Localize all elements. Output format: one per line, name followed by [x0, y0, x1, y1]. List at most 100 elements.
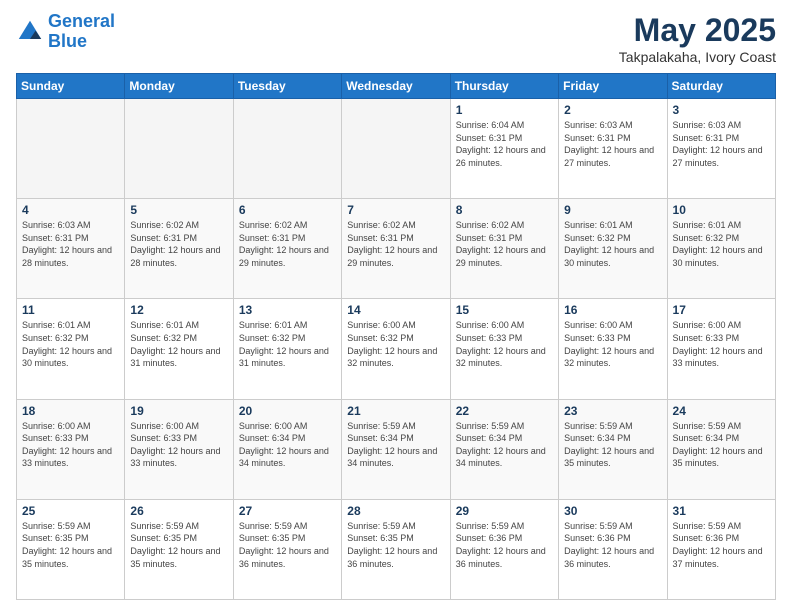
day-info: Sunrise: 6:03 AMSunset: 6:31 PMDaylight:…	[22, 219, 119, 269]
day-number: 24	[673, 404, 770, 418]
day-number: 17	[673, 303, 770, 317]
logo: General Blue	[16, 12, 115, 52]
day-info: Sunrise: 6:02 AMSunset: 6:31 PMDaylight:…	[239, 219, 336, 269]
day-number: 2	[564, 103, 661, 117]
day-info: Sunrise: 5:59 AMSunset: 6:34 PMDaylight:…	[564, 420, 661, 470]
calendar-cell: 23 Sunrise: 5:59 AMSunset: 6:34 PMDayligh…	[559, 399, 667, 499]
day-number: 27	[239, 504, 336, 518]
day-info: Sunrise: 6:02 AMSunset: 6:31 PMDaylight:…	[347, 219, 444, 269]
day-number: 31	[673, 504, 770, 518]
day-info: Sunrise: 5:59 AMSunset: 6:35 PMDaylight:…	[22, 520, 119, 570]
day-number: 6	[239, 203, 336, 217]
day-info: Sunrise: 6:00 AMSunset: 6:34 PMDaylight:…	[239, 420, 336, 470]
day-number: 16	[564, 303, 661, 317]
day-header-thursday: Thursday	[450, 74, 558, 99]
day-header-saturday: Saturday	[667, 74, 775, 99]
day-number: 18	[22, 404, 119, 418]
day-info: Sunrise: 6:00 AMSunset: 6:33 PMDaylight:…	[22, 420, 119, 470]
calendar-cell: 17 Sunrise: 6:00 AMSunset: 6:33 PMDayligh…	[667, 299, 775, 399]
day-number: 13	[239, 303, 336, 317]
day-number: 23	[564, 404, 661, 418]
calendar-cell: 13 Sunrise: 6:01 AMSunset: 6:32 PMDayligh…	[233, 299, 341, 399]
calendar-cell	[125, 99, 233, 199]
day-number: 29	[456, 504, 553, 518]
calendar-week-4: 18 Sunrise: 6:00 AMSunset: 6:33 PMDayligh…	[17, 399, 776, 499]
day-info: Sunrise: 6:04 AMSunset: 6:31 PMDaylight:…	[456, 119, 553, 169]
day-number: 21	[347, 404, 444, 418]
day-number: 12	[130, 303, 227, 317]
day-info: Sunrise: 5:59 AMSunset: 6:36 PMDaylight:…	[564, 520, 661, 570]
day-header-tuesday: Tuesday	[233, 74, 341, 99]
calendar-cell: 11 Sunrise: 6:01 AMSunset: 6:32 PMDayligh…	[17, 299, 125, 399]
day-info: Sunrise: 5:59 AMSunset: 6:35 PMDaylight:…	[239, 520, 336, 570]
day-number: 11	[22, 303, 119, 317]
day-number: 20	[239, 404, 336, 418]
calendar-cell: 4 Sunrise: 6:03 AMSunset: 6:31 PMDaylight…	[17, 199, 125, 299]
calendar-header-row: SundayMondayTuesdayWednesdayThursdayFrid…	[17, 74, 776, 99]
day-info: Sunrise: 6:02 AMSunset: 6:31 PMDaylight:…	[130, 219, 227, 269]
day-number: 25	[22, 504, 119, 518]
calendar-week-3: 11 Sunrise: 6:01 AMSunset: 6:32 PMDayligh…	[17, 299, 776, 399]
day-number: 10	[673, 203, 770, 217]
calendar-cell: 5 Sunrise: 6:02 AMSunset: 6:31 PMDaylight…	[125, 199, 233, 299]
day-info: Sunrise: 5:59 AMSunset: 6:36 PMDaylight:…	[456, 520, 553, 570]
day-info: Sunrise: 5:59 AMSunset: 6:36 PMDaylight:…	[673, 520, 770, 570]
day-info: Sunrise: 6:02 AMSunset: 6:31 PMDaylight:…	[456, 219, 553, 269]
calendar-cell: 25 Sunrise: 5:59 AMSunset: 6:35 PMDayligh…	[17, 499, 125, 599]
calendar-cell: 24 Sunrise: 5:59 AMSunset: 6:34 PMDayligh…	[667, 399, 775, 499]
day-info: Sunrise: 6:03 AMSunset: 6:31 PMDaylight:…	[564, 119, 661, 169]
day-number: 22	[456, 404, 553, 418]
calendar-week-2: 4 Sunrise: 6:03 AMSunset: 6:31 PMDaylight…	[17, 199, 776, 299]
calendar-cell: 29 Sunrise: 5:59 AMSunset: 6:36 PMDayligh…	[450, 499, 558, 599]
day-info: Sunrise: 6:00 AMSunset: 6:33 PMDaylight:…	[673, 319, 770, 369]
calendar-cell: 27 Sunrise: 5:59 AMSunset: 6:35 PMDayligh…	[233, 499, 341, 599]
logo-text: General Blue	[48, 12, 115, 52]
calendar-cell: 2 Sunrise: 6:03 AMSunset: 6:31 PMDaylight…	[559, 99, 667, 199]
day-number: 30	[564, 504, 661, 518]
calendar-cell: 31 Sunrise: 5:59 AMSunset: 6:36 PMDayligh…	[667, 499, 775, 599]
calendar-cell: 22Sunrise: 5:59 AMSunset: 6:34 PMDayligh…	[450, 399, 558, 499]
main-title: May 2025	[619, 12, 776, 49]
day-number: 15	[456, 303, 553, 317]
logo-line2: Blue	[48, 31, 87, 51]
calendar-week-5: 25 Sunrise: 5:59 AMSunset: 6:35 PMDayligh…	[17, 499, 776, 599]
day-number: 7	[347, 203, 444, 217]
calendar-cell	[233, 99, 341, 199]
day-number: 4	[22, 203, 119, 217]
logo-icon	[16, 18, 44, 46]
day-header-wednesday: Wednesday	[342, 74, 450, 99]
calendar-cell: 10 Sunrise: 6:01 AMSunset: 6:32 PMDayligh…	[667, 199, 775, 299]
calendar-cell: 3Sunrise: 6:03 AMSunset: 6:31 PMDaylight…	[667, 99, 775, 199]
day-info: Sunrise: 6:00 AMSunset: 6:33 PMDaylight:…	[456, 319, 553, 369]
day-info: Sunrise: 6:01 AMSunset: 6:32 PMDaylight:…	[130, 319, 227, 369]
calendar-cell: 28Sunrise: 5:59 AMSunset: 6:35 PMDayligh…	[342, 499, 450, 599]
title-block: May 2025 Takpalakaha, Ivory Coast	[619, 12, 776, 65]
calendar-cell: 8 Sunrise: 6:02 AMSunset: 6:31 PMDaylight…	[450, 199, 558, 299]
calendar-cell: 14Sunrise: 6:00 AMSunset: 6:32 PMDayligh…	[342, 299, 450, 399]
day-number: 5	[130, 203, 227, 217]
calendar-cell: 9Sunrise: 6:01 AMSunset: 6:32 PMDaylight…	[559, 199, 667, 299]
day-info: Sunrise: 6:01 AMSunset: 6:32 PMDaylight:…	[673, 219, 770, 269]
day-info: Sunrise: 6:03 AMSunset: 6:31 PMDaylight:…	[673, 119, 770, 169]
calendar-cell: 12 Sunrise: 6:01 AMSunset: 6:32 PMDayligh…	[125, 299, 233, 399]
calendar-cell	[17, 99, 125, 199]
calendar-cell: 6 Sunrise: 6:02 AMSunset: 6:31 PMDaylight…	[233, 199, 341, 299]
logo-line1: General	[48, 11, 115, 31]
calendar-cell: 16Sunrise: 6:00 AMSunset: 6:33 PMDayligh…	[559, 299, 667, 399]
day-number: 28	[347, 504, 444, 518]
calendar-cell: 15 Sunrise: 6:00 AMSunset: 6:33 PMDayligh…	[450, 299, 558, 399]
subtitle: Takpalakaha, Ivory Coast	[619, 49, 776, 65]
day-info: Sunrise: 6:01 AMSunset: 6:32 PMDaylight:…	[239, 319, 336, 369]
calendar-table: SundayMondayTuesdayWednesdayThursdayFrid…	[16, 73, 776, 600]
day-info: Sunrise: 6:01 AMSunset: 6:32 PMDaylight:…	[22, 319, 119, 369]
day-number: 1	[456, 103, 553, 117]
day-info: Sunrise: 6:00 AMSunset: 6:33 PMDaylight:…	[130, 420, 227, 470]
header: General Blue May 2025 Takpalakaha, Ivory…	[16, 12, 776, 65]
day-info: Sunrise: 6:00 AMSunset: 6:32 PMDaylight:…	[347, 319, 444, 369]
calendar-cell: 19Sunrise: 6:00 AMSunset: 6:33 PMDayligh…	[125, 399, 233, 499]
day-header-sunday: Sunday	[17, 74, 125, 99]
day-info: Sunrise: 5:59 AMSunset: 6:34 PMDaylight:…	[673, 420, 770, 470]
day-number: 8	[456, 203, 553, 217]
day-number: 9	[564, 203, 661, 217]
page: General Blue May 2025 Takpalakaha, Ivory…	[0, 0, 792, 612]
